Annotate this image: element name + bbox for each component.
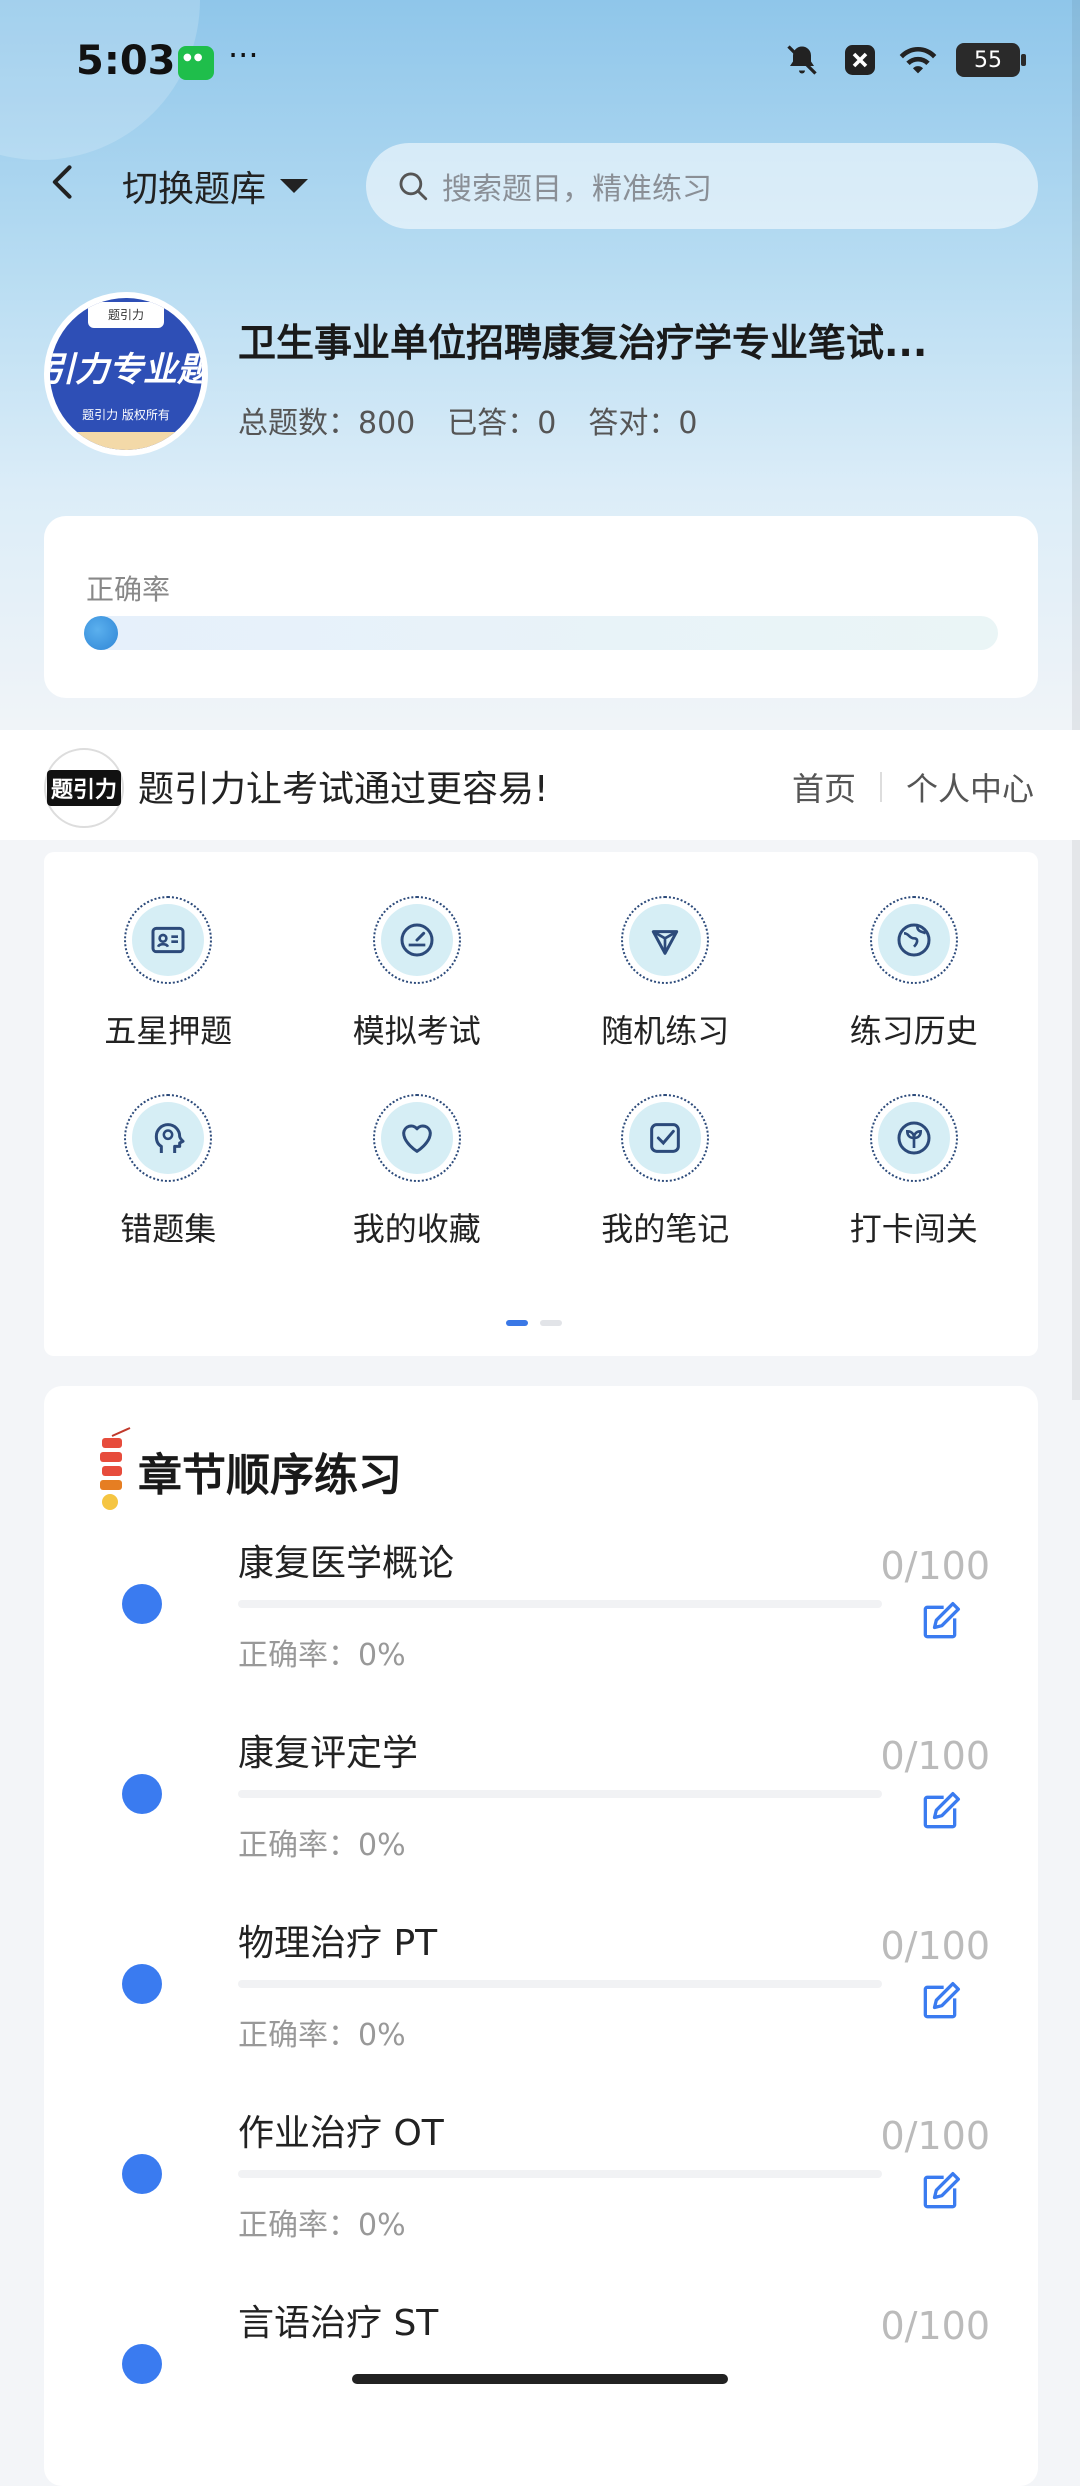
chapter-progress-bar (238, 1600, 882, 1608)
edit-icon[interactable] (918, 2170, 962, 2214)
firecracker-icon (90, 1426, 134, 1516)
wechat-icon (178, 46, 214, 80)
feature-wrong-questions[interactable]: 错题集 (44, 1094, 293, 1250)
chapter-count: 0/100 (880, 1544, 990, 1588)
status-time: 5:03 (76, 38, 176, 84)
switch-bank-dropdown[interactable]: 切换题库 (122, 160, 309, 212)
chapter-name: 物理治疗 PT (238, 1923, 438, 1964)
chapter-practice-card: 章节顺序练习 康复医学概论 正确率：0% 0/100 康复评定学 正确率：0% … (44, 1386, 1038, 2486)
network-icon (629, 904, 702, 976)
feature-notes[interactable]: 我的笔记 (541, 1094, 790, 1250)
bank-title: 卫生事业单位招聘康复治疗学专业笔试... (238, 321, 928, 365)
feature-random-practice[interactable]: 随机练习 (541, 896, 790, 1052)
more-notifications: ··· (228, 36, 259, 74)
accuracy-progress-bar (84, 616, 998, 650)
nav-divider (879, 772, 882, 802)
battery-icon: 55 (956, 43, 1026, 77)
chapter-progress-bar (238, 1980, 882, 1988)
caret-down-icon (280, 179, 309, 193)
feature-favorites[interactable]: 我的收藏 (293, 1094, 542, 1250)
back-button[interactable] (42, 160, 86, 204)
heart-icon (380, 1102, 453, 1174)
chapter-name: 康复医学概论 (238, 1543, 455, 1584)
answered-count: 已答：0 (447, 406, 557, 441)
chapter-count: 0/100 (880, 1924, 990, 1968)
chapter-item[interactable]: 物理治疗 PT 正确率：0% 0/100 (44, 1914, 1038, 2104)
pager-dot-active[interactable] (506, 1320, 528, 1326)
banner-slogan: 题引力让考试通过更容易! (138, 769, 549, 810)
pager-dot[interactable] (540, 1320, 562, 1326)
feature-history[interactable]: 练习历史 (790, 896, 1039, 1052)
chapter-item[interactable]: 康复医学概论 正确率：0% 0/100 (44, 1534, 1038, 1724)
search-input[interactable]: 搜索题目，精准练习 (366, 143, 1038, 229)
speedometer-icon (380, 904, 453, 976)
accuracy-label: 正确率 (86, 573, 171, 606)
chapter-item[interactable]: 作业治疗 OT 正确率：0% 0/100 (44, 2104, 1038, 2294)
sprout-icon (877, 1102, 950, 1174)
chapter-count: 0/100 (880, 1734, 990, 1778)
logo-text: 引力专业题 (50, 350, 202, 390)
edit-icon[interactable] (918, 1600, 962, 1644)
search-icon (399, 172, 428, 201)
logo-subtext: 题引力 版权所有 (82, 408, 170, 422)
wifi-icon (898, 40, 938, 80)
globe-icon (877, 904, 950, 976)
edit-icon[interactable] (918, 1790, 962, 1834)
chapter-item[interactable]: 康复评定学 正确率：0% 0/100 (44, 1724, 1038, 1914)
scrollbar[interactable] (1072, 0, 1080, 1400)
total-questions: 总题数：800 (238, 406, 416, 441)
chapter-bullet (122, 1964, 162, 2004)
chapter-bullet (122, 1584, 162, 1624)
chapter-bullet (122, 2344, 162, 2384)
chapter-accuracy: 正确率：0% (238, 1828, 406, 1863)
status-bar: 5:03 ··· 55 (0, 0, 1080, 120)
chevron-left-icon (52, 165, 72, 199)
feature-five-star[interactable]: 五星押题 (44, 896, 293, 1052)
chapter-count: 0/100 (880, 2114, 990, 2158)
chapter-name: 言语治疗 ST (238, 2303, 439, 2344)
edit-icon[interactable] (918, 1980, 962, 2024)
bank-stats: 总题数：800 已答：0 答对：0 (238, 398, 697, 442)
chapter-item[interactable]: 言语治疗 ST 0/100 (44, 2294, 1038, 2484)
nav-profile-link[interactable]: 个人中心 (906, 764, 1034, 810)
brand-logo: 题引力 (44, 748, 124, 828)
chapter-section-title: 章节顺序练习 (138, 1450, 402, 1501)
logo-tag: 题引力 (88, 302, 164, 328)
search-placeholder: 搜索题目，精准练习 (442, 172, 712, 207)
nav-home-link[interactable]: 首页 (792, 764, 856, 810)
feature-checkin[interactable]: 打卡闯关 (790, 1094, 1039, 1250)
close-box-icon (840, 40, 880, 80)
chapter-bullet (122, 1774, 162, 1814)
chapter-accuracy: 正确率：0% (238, 2208, 406, 2243)
head-icon (132, 1102, 205, 1174)
chapter-accuracy: 正确率：0% (238, 2018, 406, 2053)
chapter-name: 康复评定学 (238, 1733, 419, 1774)
feature-mock-exam[interactable]: 模拟考试 (293, 896, 542, 1052)
chapter-progress-bar (238, 2170, 882, 2178)
checklist-icon (629, 1102, 702, 1174)
chapter-count: 0/100 (880, 2304, 990, 2348)
chapter-accuracy: 正确率：0% (238, 1638, 406, 1673)
bank-logo: 题引力 引力专业题 题引力 版权所有 (44, 292, 208, 456)
correct-count: 答对：0 (588, 406, 698, 441)
chapter-name: 作业治疗 OT (238, 2113, 444, 2154)
bell-muted-icon (782, 40, 822, 80)
feature-grid-card: 五星押题 模拟考试 随机练习 练习历史 错题集 我的收藏 我的笔记 打卡闯关 (44, 852, 1038, 1356)
chapter-progress-bar (238, 1790, 882, 1798)
pager-dots (506, 1320, 562, 1326)
home-indicator[interactable] (352, 2374, 728, 2384)
id-card-icon (132, 904, 205, 976)
accuracy-progress-indicator (84, 616, 118, 650)
switch-bank-label: 切换题库 (122, 169, 267, 210)
promo-banner: 题引力 题引力让考试通过更容易! 首页 个人中心 (0, 730, 1080, 840)
chapter-bullet (122, 2154, 162, 2194)
accuracy-card: 正确率 (44, 516, 1038, 698)
